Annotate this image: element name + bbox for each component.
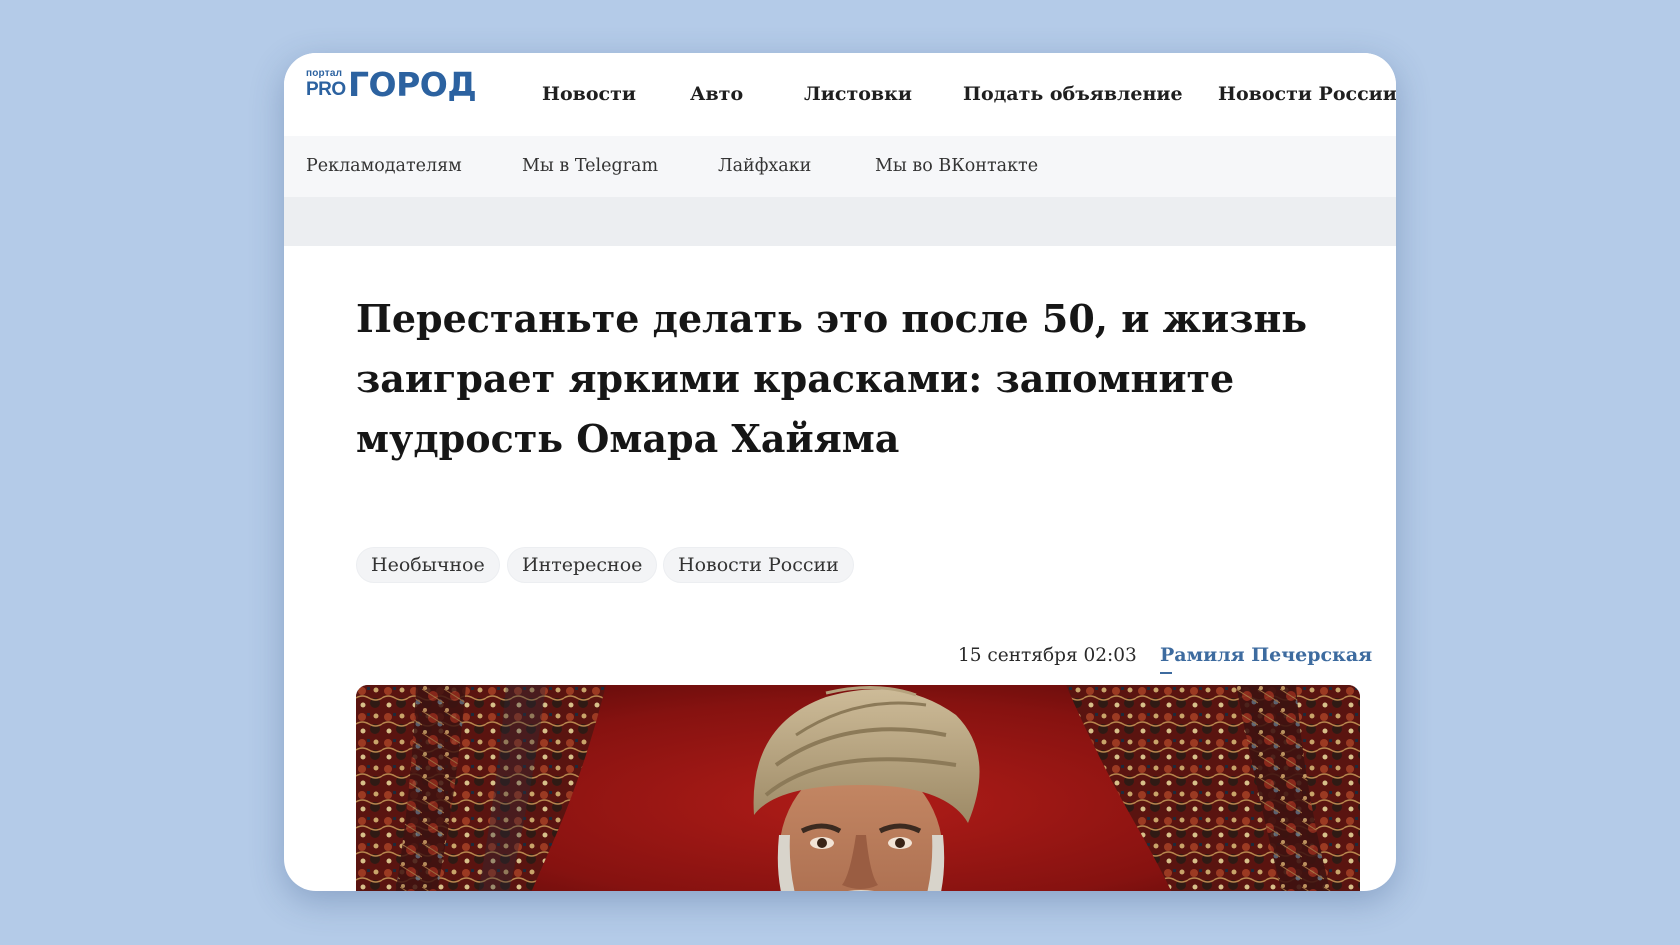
- author-underline: [1160, 672, 1172, 674]
- nav-item-russia-news[interactable]: Новости России: [1218, 53, 1396, 136]
- logo-pro-text: PRO: [306, 79, 346, 100]
- nav-item-news[interactable]: Новости: [542, 53, 636, 136]
- tag-unusual[interactable]: Необычное: [356, 547, 500, 583]
- banner-placeholder: [284, 197, 1396, 246]
- subnav-item-telegram[interactable]: Мы в Telegram: [522, 136, 658, 197]
- tag-interesting[interactable]: Интересное: [507, 547, 658, 583]
- secondary-navigation: Рекламодателям Мы в Telegram Лайфхаки Мы…: [284, 136, 1396, 197]
- hero-image-graphic: [356, 685, 1360, 891]
- nav-item-leaflets[interactable]: Листовки: [804, 53, 912, 136]
- nav-item-post-ad[interactable]: Подать объявление: [963, 53, 1183, 136]
- article-hero-image: [356, 685, 1360, 891]
- subnav-item-lifehacks[interactable]: Лайфхаки: [718, 136, 811, 197]
- tag-russia-news[interactable]: Новости России: [663, 547, 854, 583]
- top-navigation: портал PRO ГОРОД Новости Авто Листовки П…: [284, 53, 1396, 136]
- logo-portal-text: портал: [306, 68, 343, 79]
- site-logo[interactable]: портал PRO ГОРОД: [306, 65, 486, 106]
- browser-page-card: портал PRO ГОРОД Новости Авто Листовки П…: [284, 53, 1396, 891]
- article-date: 15 сентября 02:03: [958, 645, 1137, 666]
- subnav-item-advertisers[interactable]: Рекламодателям: [306, 136, 462, 197]
- nav-item-auto[interactable]: Авто: [690, 53, 743, 136]
- logo-gorod-text: ГОРОД: [348, 65, 477, 104]
- article-title: Перестаньте делать это после 50, и жизнь…: [356, 296, 1308, 461]
- subnav-item-vkontakte[interactable]: Мы во ВКонтакте: [875, 136, 1038, 197]
- article-author-link[interactable]: Рамиля Печерская: [1160, 644, 1372, 666]
